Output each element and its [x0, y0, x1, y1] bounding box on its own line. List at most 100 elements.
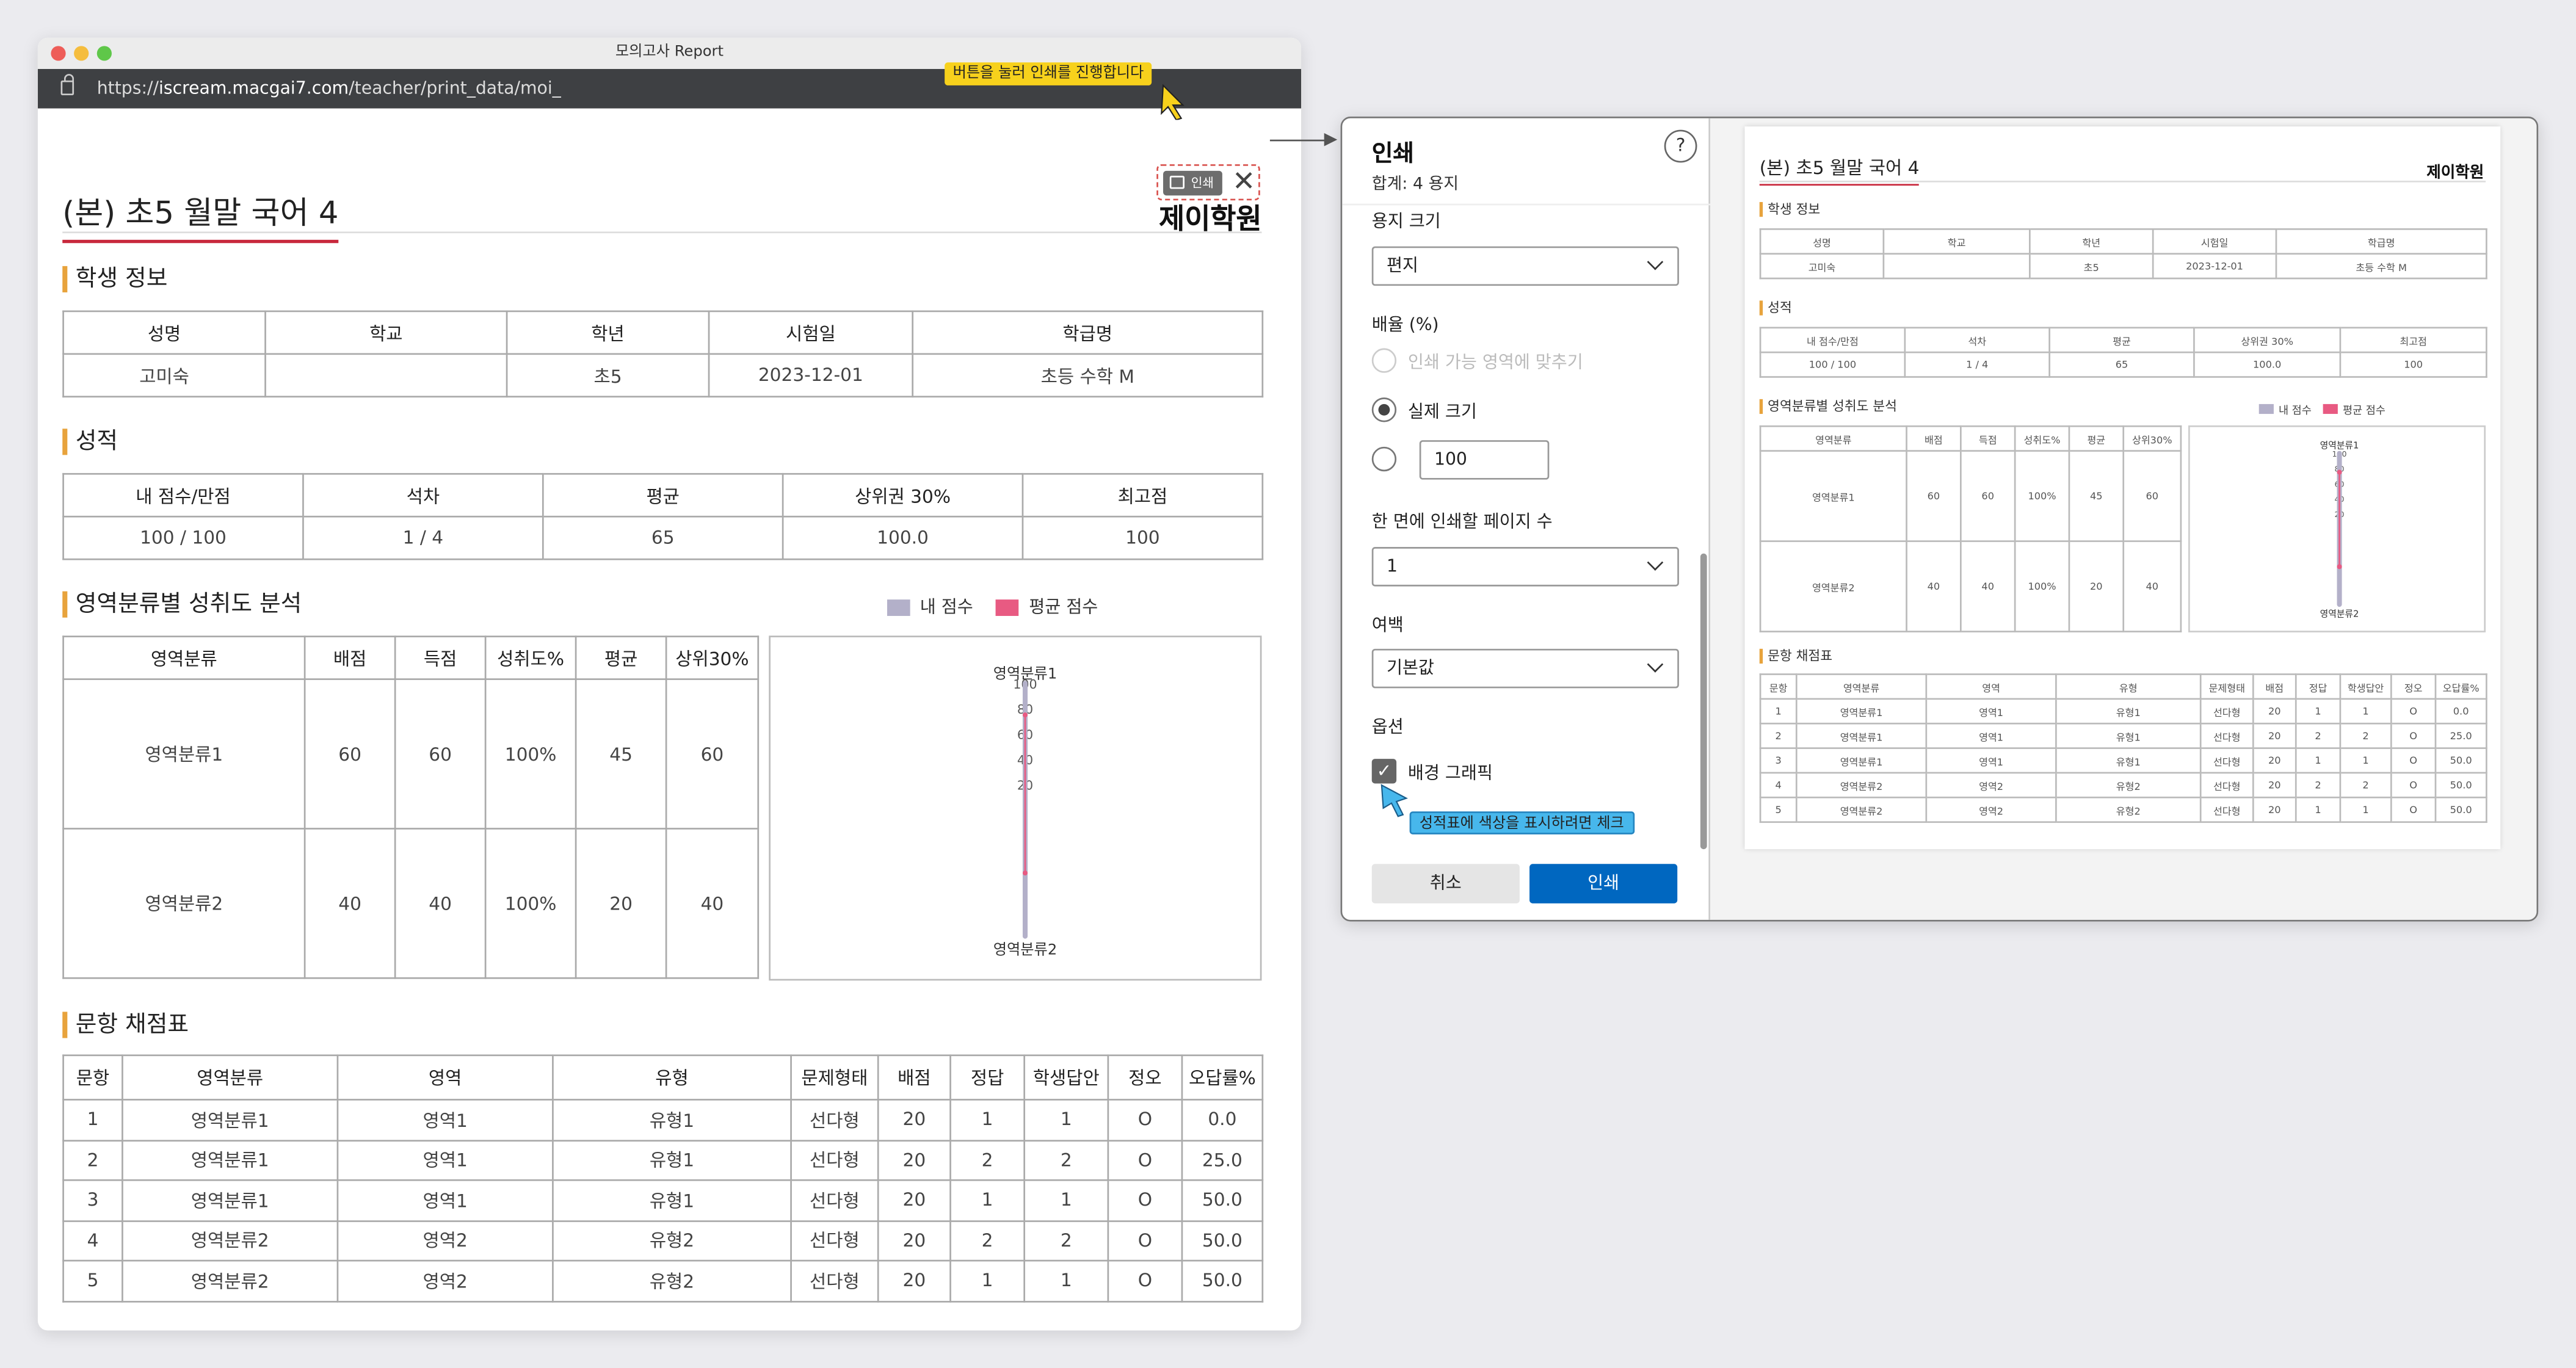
table-cell: 영역2 [1925, 772, 2057, 798]
scale-actual-radio[interactable] [1371, 397, 1397, 422]
table-cell: 100 [2339, 351, 2487, 378]
area-table: 영역분류 배점 득점 성취도% 평균 상위30% 영역분류1 60 60 100… [62, 635, 760, 979]
table-cell: 40 [2122, 540, 2182, 632]
cancel-button[interactable]: 취소 [1371, 864, 1520, 903]
grade-section-title: 성적 [62, 429, 118, 455]
preview-student-table: 성명 학교 학년 시험일 학급명 고미숙 초5 2023-12-01 초등 수학… [1759, 228, 2487, 280]
settings-scrollbar[interactable] [1700, 553, 1707, 850]
table-cell: 60 [303, 678, 396, 830]
report-page: 인쇄 ✕ 제이학원 (본) 초5 월말 국어 4 학생 정보 성명 학교 학년 … [38, 109, 1301, 1331]
table-cell: 65 [542, 515, 784, 560]
scale-custom-input[interactable]: 100 [1419, 440, 1550, 480]
preview-title-divider [1759, 180, 2486, 183]
table-cell: 45 [575, 678, 667, 830]
legend-swatch-mine [887, 598, 910, 615]
settings-scroll-area[interactable]: 용지 크기 편지 배율 (%) 인쇄 가능 영역에 맞추기 실제 크기 100 … [1342, 203, 1711, 834]
legend-swatch-avg [996, 598, 1020, 615]
table-cell: 60 [1906, 450, 1962, 542]
table-cell: 20 [877, 1179, 951, 1221]
table-cell: 50.0 [2434, 747, 2487, 774]
table-cell: 선다형 [2199, 796, 2254, 823]
table-cell: 영역분류1 [62, 678, 306, 830]
margin-label: 여백 [1371, 616, 1404, 636]
browser-window: 모의고사 Report https://iscream.macgai7.com/… [37, 37, 1302, 1331]
table-cell: 40 [665, 828, 760, 979]
radar-point [2337, 564, 2342, 570]
table-cell: 초등 수학 M [2275, 253, 2487, 280]
background-graphics-label: 배경 그래픽 [1407, 764, 1493, 784]
margin-select[interactable]: 기본값 [1371, 648, 1679, 689]
table-header: 시험일 [708, 310, 914, 355]
scale-fit-label: 인쇄 가능 영역에 맞추기 [1407, 353, 1583, 373]
table-cell: 50.0 [1181, 1179, 1264, 1221]
preview-area-section: 영역분류별 성취도 분석 [1759, 399, 1897, 414]
table-cell: O [2390, 747, 2437, 774]
minimize-window-button[interactable] [74, 46, 89, 61]
table-cell: 1 [1023, 1179, 1109, 1221]
student-table: 성명 학교 학년 시험일 학급명 고미숙 초5 2023-12-01 초등 수학… [62, 310, 1264, 398]
table-cell: 선다형 [790, 1139, 879, 1181]
print-button[interactable]: 인쇄 [1163, 170, 1222, 196]
title-divider [62, 231, 1262, 234]
table-cell: O [2390, 772, 2437, 798]
table-cell: 1 [2339, 796, 2392, 823]
table-header: 오답률% [1181, 1054, 1264, 1101]
table-header: 상위30% [2122, 425, 2182, 452]
paper-size-select[interactable]: 편지 [1371, 246, 1679, 286]
table-row: 2 영역분류1 영역1 유형1 선다형 20 2 2 O 25.0 [1759, 722, 2487, 749]
paper-size-value: 편지 [1386, 256, 1418, 277]
preview-student-section: 학생 정보 [1759, 201, 1820, 217]
margin-value: 기본값 [1386, 658, 1434, 679]
table-cell: 3 [1759, 747, 1798, 774]
table-header: 학급명 [912, 310, 1264, 355]
print-submit-button[interactable]: 인쇄 [1529, 864, 1678, 903]
radar-category-label: 영역분류2 [993, 941, 1057, 958]
table-header: 성취도% [2014, 425, 2070, 452]
table-cell: 40 [303, 828, 396, 979]
table-row: 3 영역분류1 영역1 유형1 선다형 20 1 1 O 50.0 [1759, 747, 2487, 774]
table-cell: 60 [394, 678, 487, 830]
close-icon[interactable]: ✕ [1232, 167, 1255, 197]
print-dialog: 인쇄 합계: 4 용지 ? 용지 크기 편지 배율 (%) 인쇄 가능 영역에 … [1340, 117, 2539, 922]
table-cell: 20 [877, 1139, 951, 1181]
table-cell: 선다형 [790, 1179, 879, 1221]
scale-fit-radio[interactable] [1371, 348, 1397, 373]
table-cell: 2 [1023, 1139, 1109, 1181]
pages-per-sheet-select[interactable]: 1 [1371, 546, 1679, 587]
table-row: 1 영역분류1 영역1 유형1 선다형 20 1 1 O 0.0 [1759, 698, 2487, 725]
close-window-button[interactable] [51, 46, 66, 61]
maximize-window-button[interactable] [96, 46, 112, 61]
table-header: 정오 [1107, 1054, 1183, 1101]
table-cell: 1 / 4 [1904, 351, 2050, 378]
legend-mine: 내 점수 [2278, 404, 2312, 418]
scale-custom-radio[interactable] [1371, 446, 1397, 472]
preview-chart-legend: 내 점수 평균 점수 [2259, 401, 2386, 418]
table-cell: 2 [2339, 722, 2392, 749]
table-cell: 1 / 4 [302, 515, 544, 560]
table-cell: 20 [2252, 722, 2297, 749]
table-cell: 선다형 [790, 1099, 879, 1141]
preview-area-table: 영역분류 배점 득점 성취도% 평균 상위30% 영역분류1 60 60 100… [1759, 425, 2182, 632]
radar-point [1022, 681, 1028, 686]
table-cell: 20 [2252, 772, 2297, 798]
connector-line [1269, 139, 1333, 142]
table-cell: 선다형 [2199, 772, 2254, 798]
table-row: 5 영역분류2 영역2 유형2 선다형 20 1 1 O 50.0 [62, 1259, 1264, 1302]
table-cell: 유형1 [552, 1139, 792, 1181]
radar-point [2337, 602, 2342, 607]
chevron-down-icon [1647, 554, 1664, 571]
preview-grade-section: 성적 [1759, 300, 1792, 316]
table-header: 영역분류 [62, 635, 306, 680]
chart-legend: 내 점수 평균 점수 [887, 595, 1098, 619]
table-cell: 영역2 [1925, 796, 2057, 823]
table-cell: 영역2 [336, 1219, 554, 1262]
radar-point [2337, 451, 2342, 456]
table-cell: 고미숙 [62, 353, 266, 398]
pages-per-sheet-label: 한 면에 인쇄할 페이지 수 [1371, 512, 1553, 532]
help-icon[interactable]: ? [1664, 129, 1697, 163]
table-cell: 유형1 [2055, 722, 2202, 749]
table-cell: 20 [877, 1219, 951, 1262]
print-button-label: 인쇄 [1191, 175, 1214, 191]
background-graphics-checkbox[interactable]: ✓ [1371, 759, 1397, 784]
table-header: 영역 [336, 1054, 554, 1101]
